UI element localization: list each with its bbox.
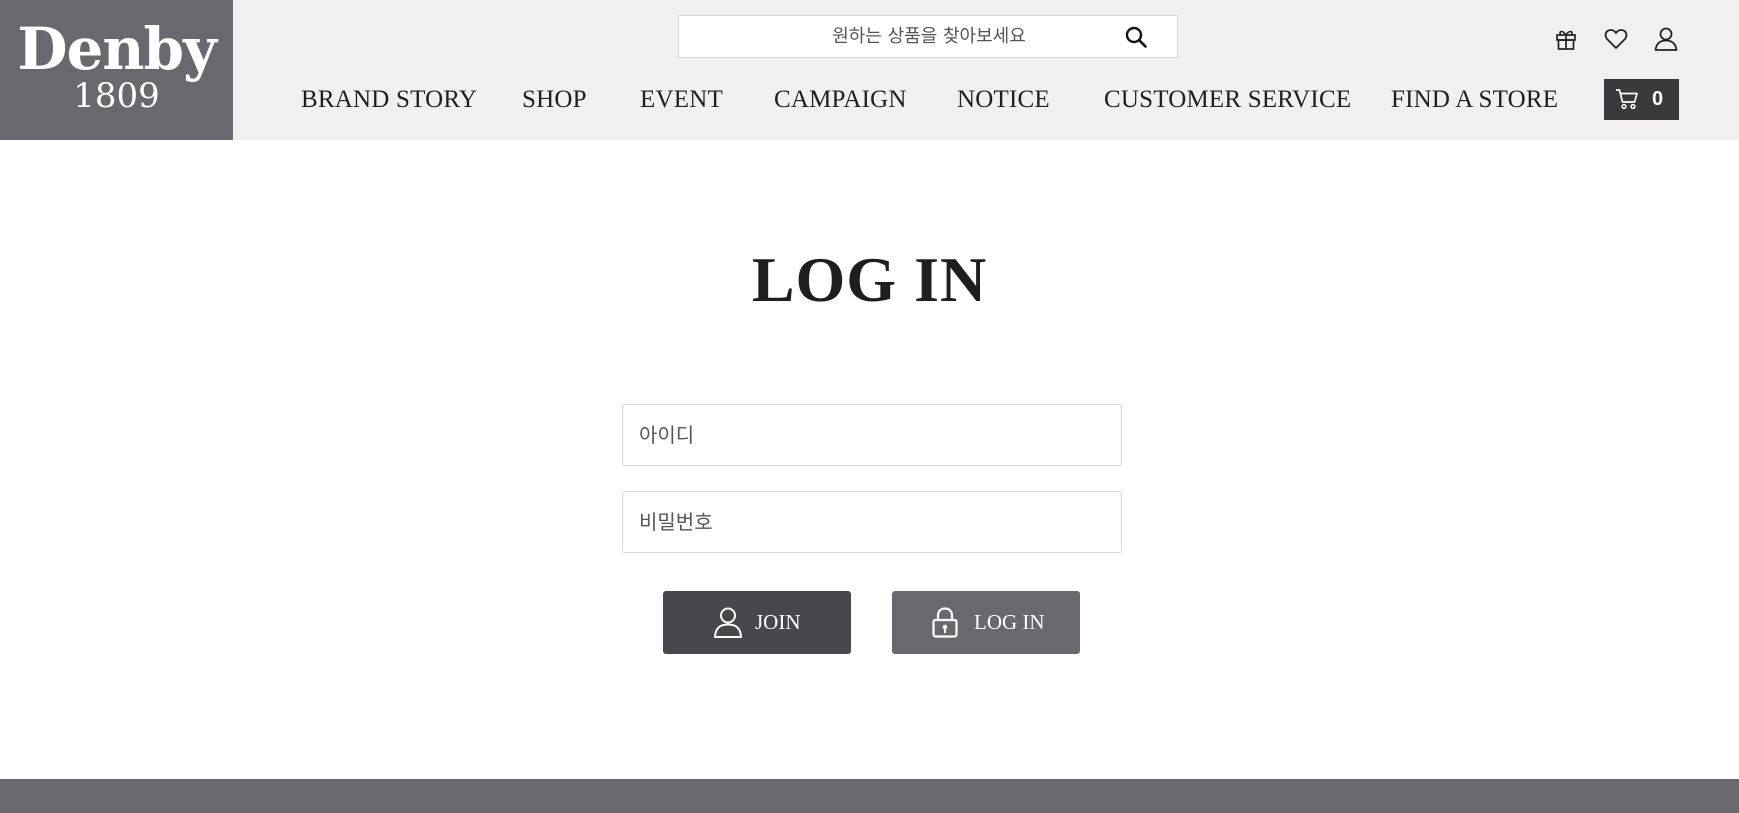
site-header: Denby 1809 BRAND STORY	[0, 0, 1739, 140]
id-field	[622, 404, 1122, 466]
login-button-label: LOG IN	[974, 610, 1045, 634]
search-input[interactable]	[679, 16, 1119, 57]
nav-brand-story[interactable]: BRAND STORY	[301, 80, 477, 120]
logo-year-text: 1809	[73, 76, 160, 116]
password-field	[622, 491, 1122, 553]
lock-icon	[930, 606, 960, 638]
gift-icon[interactable]	[1552, 25, 1580, 53]
nav-customer-service[interactable]: CUSTOMER SERVICE	[1104, 80, 1351, 120]
heart-icon[interactable]	[1602, 25, 1630, 53]
id-input[interactable]	[623, 405, 1121, 465]
password-input[interactable]	[623, 492, 1121, 552]
cart-icon	[1615, 88, 1639, 110]
nav-shop[interactable]: SHOP	[522, 80, 587, 120]
nav-campaign[interactable]: CAMPAIGN	[774, 80, 907, 120]
nav-event[interactable]: EVENT	[640, 80, 723, 120]
user-icon	[713, 606, 743, 638]
site-footer	[0, 779, 1739, 813]
join-button-label: JOIN	[755, 610, 801, 634]
logo-brand-text: Denby	[17, 15, 217, 83]
denby-logo[interactable]: Denby 1809	[0, 0, 233, 140]
cart-button[interactable]: 0	[1604, 79, 1679, 120]
search-bar	[678, 15, 1178, 58]
join-button[interactable]: JOIN	[663, 591, 851, 654]
cart-count: 0	[1652, 88, 1664, 110]
login-button[interactable]: LOG IN	[892, 591, 1080, 654]
page-title: LOG IN	[751, 244, 988, 315]
search-icon[interactable]	[1125, 26, 1147, 48]
nav-find-a-store[interactable]: FIND A STORE	[1391, 80, 1558, 120]
user-icon[interactable]	[1652, 25, 1680, 53]
nav-notice[interactable]: NOTICE	[957, 80, 1050, 120]
